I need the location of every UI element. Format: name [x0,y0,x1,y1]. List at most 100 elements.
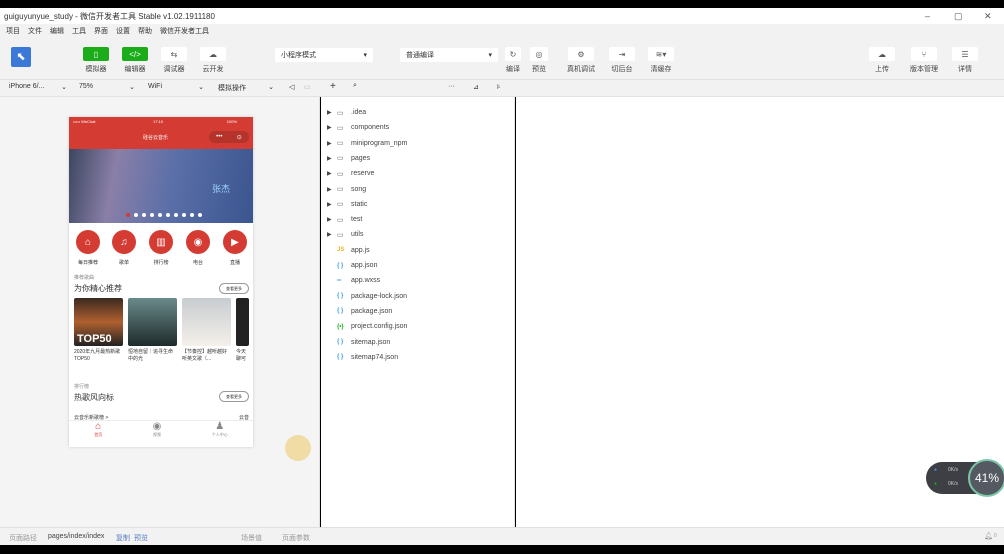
tab-label: 首页 [94,432,103,437]
toolbar: ⬉ ▯ 模拟器 </> 编辑器 ⇆ 调试器 ☁ 云开发 小程序模式 ▾ 普通编译 ▾ ↻ 编译… [0,38,1004,80]
folder-item[interactable]: ▶ ▭ components [327,120,389,135]
category-playlist[interactable]: ♫ 歌单 [108,230,140,266]
zoom-select[interactable]: 75% ⌄ [79,83,135,91]
tab-profile[interactable]: ♟ 个人中心 [212,421,228,447]
menu-settings[interactable]: 设置 [116,26,130,36]
category-rank[interactable]: ▥ 排行榜 [145,230,177,266]
cpu-gauge: 41% [968,459,1004,497]
background-button[interactable]: ⇥ 切后台 [602,47,642,74]
category-radio[interactable]: ◉ 电台 [182,230,214,266]
caret-right-icon: ▶ [327,171,332,178]
device-select[interactable]: iPhone 6/... ⌄ [9,83,67,91]
battery: 100% [226,119,237,124]
folder-name: reserve [351,170,375,178]
upload-button[interactable]: ☁ 上传 [862,47,902,74]
folder-item[interactable]: ▶ ▭ static [327,197,367,212]
upload-label: 上传 [875,66,889,73]
tab-video[interactable]: ◉ 视频 [153,421,162,447]
split-icon[interactable]: ⊧ [497,83,501,91]
menu-file[interactable]: 文件 [28,26,42,36]
operation-select[interactable]: 模拟操作 ⌄ [218,83,274,93]
file-name: app.wxss [351,277,381,285]
menu-edit[interactable]: 编辑 [50,26,64,36]
card[interactable]: 【节奏控】越听越好听英文歌（... [182,298,231,363]
mute-icon[interactable]: ◁ [289,83,294,91]
caret-right-icon: ▶ [327,140,332,147]
folder-item[interactable]: ▶ ▭ song [327,182,366,197]
scene-button[interactable]: 场景值 [241,533,262,543]
debugger-button[interactable]: ⇆ 调试器 [154,47,194,74]
compile-select[interactable]: 普通编译 ▾ [400,48,498,62]
file-item[interactable]: { } package.json [337,304,392,319]
details-button[interactable]: ☰ 详情 [945,47,985,74]
chevron-down-icon: ▾ [363,52,367,59]
card[interactable]: 恒地自留｜追寻生命中的光 [128,298,177,363]
folder-item[interactable]: ▶ ▭ pages [327,151,370,166]
folder-item[interactable]: ▶ ▭ .idea [327,105,366,120]
editor-button[interactable]: </> 编辑器 [115,47,155,74]
file-item[interactable]: { } app.json [337,258,377,273]
minimize-button[interactable]: – [925,11,930,21]
clear-cache-button[interactable]: ≋▾ 清缓存 [641,47,681,74]
js-file-icon: JS [337,247,345,254]
file-item[interactable]: { } sitemap.json [337,335,390,350]
bell-icon[interactable]: 🔔︎ [984,532,993,540]
capsule-menu[interactable]: ••• ⊙ [209,131,249,143]
copy-link[interactable]: 复制 [116,533,130,543]
category-label: 直播 [229,260,240,266]
category-daily[interactable]: ⌂ 每日推荐 [72,230,104,266]
mode-select[interactable]: 小程序模式 ▾ [275,48,373,62]
card[interactable]: 今天聊可 [236,298,249,363]
category-live[interactable]: ▶ 直播 [219,230,251,266]
folder-item[interactable]: ▶ ▭ utils [327,227,363,242]
add-file-icon[interactable]: + [330,81,336,92]
simulator-button[interactable]: ▯ 模拟器 [76,47,116,74]
cloud-dev-button[interactable]: ☁ 云开发 [193,47,233,74]
file-item[interactable]: ═ app.wxss [337,273,380,288]
search-icon[interactable]: ⌕ [353,82,357,90]
card[interactable]: TOP50 2020年九月最热新歌TOP50 [74,298,123,363]
performance-monitor[interactable]: ● 0K/s ● 0K/s 41% [926,459,1004,497]
file-item[interactable]: {•} project.config.json [337,319,407,334]
playlist-icon: ♫ [112,230,136,254]
folder-item[interactable]: ▶ ▭ test [327,212,362,227]
file-item[interactable]: { } sitemap74.json [337,350,398,365]
file-item[interactable]: JS app.js [337,243,370,258]
more-icon[interactable]: ··· [448,83,455,90]
collapse-icon[interactable]: ⊿ [473,83,479,91]
card-title: 恒地自留｜追寻生命中的光 [128,349,174,362]
card-title: 【节奏控】越听越好听英文歌（... [182,349,228,362]
more-icon[interactable]: ••• [216,134,222,140]
folder-item[interactable]: ▶ ▭ miniprogram_npm [327,136,407,151]
screen-icon[interactable]: ▭ [304,83,311,91]
folder-item[interactable]: ▶ ▭ reserve [327,166,374,181]
rec-more-button[interactable]: 查看更多 [219,283,249,294]
rec-subtitle: 推荐歌曲 [74,275,95,281]
download-speed: 0K/s [948,481,959,487]
avatar[interactable]: ⬉ [11,47,31,67]
json-file-icon: { } [337,262,344,269]
file-item[interactable]: { } package-lock.json [337,289,407,304]
rank-more-button[interactable]: 查看更多 [219,391,249,402]
clear-cache-label: 清缓存 [650,66,672,73]
menu-project[interactable]: 项目 [6,26,20,36]
preview-button[interactable]: ◎ 预览 [519,47,559,74]
folder-name: pages [351,154,371,162]
tab-home[interactable]: ⌂ 首页 [94,421,102,447]
network-select[interactable]: WiFi ⌄ [148,83,204,91]
remote-debug-button[interactable]: ⚙ 真机调试 [561,47,601,74]
maximize-button[interactable]: ▢ [954,11,963,22]
editor-area[interactable] [516,97,1004,527]
close-mini-icon[interactable]: ⊙ [237,134,242,141]
menu-view[interactable]: 界面 [94,26,108,36]
carrier: ••••• WeChat [73,119,96,124]
params-button[interactable]: 页面参数 [282,533,310,543]
version-button[interactable]: ⑂ 版本管理 [904,47,944,74]
preview-link[interactable]: 预览 [134,533,148,543]
close-button[interactable]: ✕ [984,11,992,22]
menu-wechat-devtools[interactable]: 微信开发者工具 [160,26,209,36]
menu-tools[interactable]: 工具 [72,26,86,36]
banner[interactable]: 张杰 [69,149,253,223]
phone-simulator[interactable]: ••••• WeChat 17:10 100% 硅谷云音乐 ••• ⊙ 张杰 ⌂ 每… [69,117,253,447]
menu-help[interactable]: 帮助 [138,26,152,36]
